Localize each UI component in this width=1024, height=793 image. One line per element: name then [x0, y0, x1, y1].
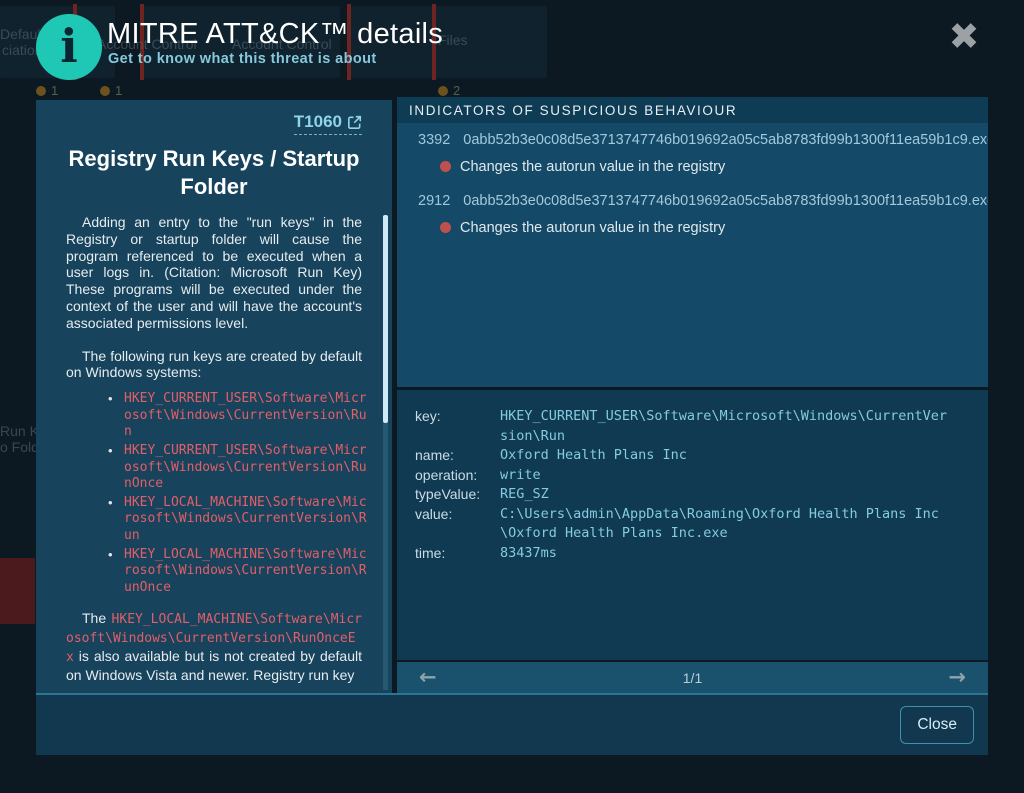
- dialog-footer: Close: [36, 695, 988, 755]
- orange-dot-icon: [438, 86, 448, 96]
- field-value: REG_SZ: [500, 485, 952, 505]
- field-label: typeValue:: [415, 485, 500, 505]
- run-keys-list: HKEY_CURRENT_USER\Software\Microsoft\Win…: [110, 391, 368, 596]
- technique-description: The HKEY_LOCAL_MACHINE\Software\Microsof…: [66, 610, 362, 683]
- external-link-icon: [347, 115, 362, 130]
- detail-field-row: typeValue: REG_SZ: [415, 485, 988, 505]
- dialog-title: MITRE ATT&CK™ details: [107, 18, 443, 51]
- field-value: Oxford Health Plans Inc: [500, 446, 952, 466]
- detail-field-row: name: Oxford Health Plans Inc: [415, 446, 988, 466]
- detail-field-row: value: C:\Users\admin\AppData\Roaming\Ox…: [415, 505, 988, 544]
- indicator-row: Changes the autorun value in the registr…: [397, 153, 988, 180]
- scrollbar-thumb[interactable]: [383, 215, 388, 423]
- page-indicator: 1/1: [683, 670, 702, 686]
- process-row: 3392 0abb52b3e0c08d5e3713747746b019692a0…: [397, 126, 988, 153]
- field-value: HKEY_CURRENT_USER\Software\Microsoft\Win…: [500, 407, 952, 446]
- orange-dot-icon: [36, 86, 46, 96]
- dialog-subtitle: Get to know what this threat is about: [108, 51, 377, 67]
- event-details-panel: key: HKEY_CURRENT_USER\Software\Microsof…: [397, 390, 988, 660]
- indicator-label: Changes the autorun value in the registr…: [460, 159, 725, 175]
- field-label: key:: [415, 407, 500, 427]
- technique-id-label: T1060: [294, 112, 342, 132]
- field-value: C:\Users\admin\AppData\Roaming\Oxford He…: [500, 505, 952, 544]
- prev-page-arrow-icon[interactable]: ←: [419, 667, 437, 688]
- process-pid: 3392: [418, 132, 450, 148]
- indicator-label: Changes the autorun value in the registr…: [460, 220, 725, 236]
- close-button[interactable]: Close: [900, 706, 974, 744]
- close-icon[interactable]: ✖: [941, 12, 987, 62]
- indicator-row: Changes the autorun value in the registr…: [397, 214, 988, 241]
- mitre-attack-details-dialog: Default F ciation Account Control Accoun…: [0, 0, 1024, 793]
- detail-field-row: time: 83437ms: [415, 544, 988, 564]
- orange-dot-icon: [100, 86, 110, 96]
- info-icon: i: [36, 14, 102, 80]
- field-label: time:: [415, 544, 500, 564]
- background-count-badge: 1: [100, 83, 122, 98]
- technique-description: The following run keys are created by de…: [66, 348, 362, 382]
- field-value: write: [500, 466, 952, 486]
- run-key-item: HKEY_LOCAL_MACHINE\Software\Microsoft\Wi…: [110, 495, 368, 545]
- pagination-bar: ← 1/1 →: [397, 662, 988, 693]
- process-row: 2912 0abb52b3e0c08d5e3713747746b019692a0…: [397, 187, 988, 214]
- process-name: 0abb52b3e0c08d5e3713747746b019692a05c5ab…: [463, 132, 988, 148]
- scrollbar-track: [383, 423, 388, 690]
- field-value: 83437ms: [500, 544, 952, 564]
- next-page-arrow-icon[interactable]: →: [948, 667, 966, 688]
- technique-name: Registry Run Keys / Startup Folder: [66, 145, 362, 200]
- technique-description: Adding an entry to the "run keys" in the…: [66, 214, 362, 332]
- background-threat-box: [0, 558, 35, 624]
- field-label: name:: [415, 446, 500, 466]
- background-count-badge: 2: [438, 83, 460, 98]
- indicators-panel-title: INDICATORS OF SUSPICIOUS BEHAVIOUR: [397, 97, 988, 123]
- technique-panel: T1060 Registry Run Keys / Startup Folder…: [36, 100, 392, 693]
- run-key-item: HKEY_CURRENT_USER\Software\Microsoft\Win…: [110, 391, 368, 441]
- field-label: operation:: [415, 466, 500, 486]
- background-count-badge: 1: [36, 83, 58, 98]
- red-dot-icon: [440, 222, 451, 233]
- process-pid: 2912: [418, 193, 450, 209]
- indicators-panel: INDICATORS OF SUSPICIOUS BEHAVIOUR 3392 …: [397, 97, 988, 387]
- process-name: 0abb52b3e0c08d5e3713747746b019692a05c5ab…: [463, 193, 988, 209]
- technique-link-row: T1060: [66, 112, 362, 135]
- red-dot-icon: [440, 161, 451, 172]
- detail-field-row: operation: write: [415, 466, 988, 486]
- detail-field-row: key: HKEY_CURRENT_USER\Software\Microsof…: [415, 407, 988, 446]
- run-key-item: HKEY_LOCAL_MACHINE\Software\Microsoft\Wi…: [110, 547, 368, 597]
- run-key-item: HKEY_CURRENT_USER\Software\Microsoft\Win…: [110, 443, 368, 493]
- technique-id-link[interactable]: T1060: [294, 112, 362, 135]
- field-label: value:: [415, 505, 500, 525]
